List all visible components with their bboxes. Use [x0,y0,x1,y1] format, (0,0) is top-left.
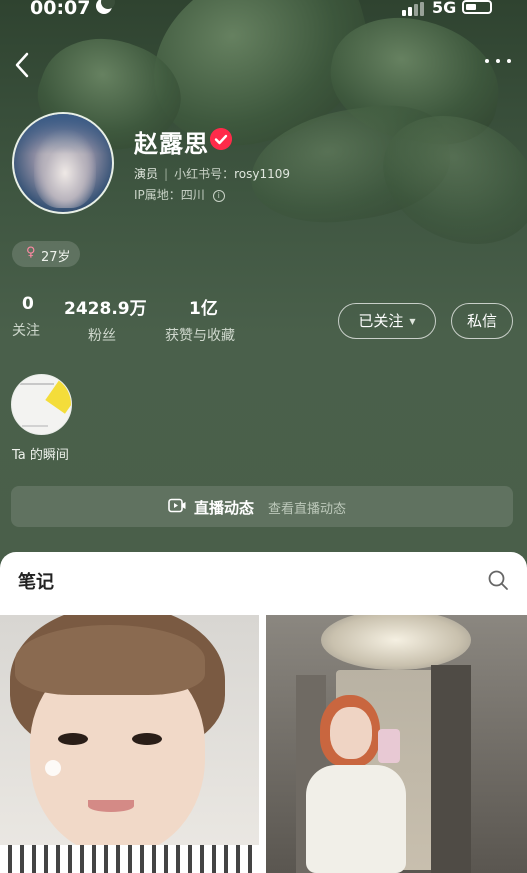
message-button-label: 私信 [466,312,497,330]
ip-label: IP属地： [134,188,181,202]
stat-following-label: 关注 [12,323,40,339]
profile-meta: 演员 | 小红书号：rosy1109 [134,167,290,181]
info-icon[interactable]: i [212,190,225,202]
moment-label: Ta 的瞬间 [12,448,69,463]
stat-likes-label: 获赞与收藏 [165,328,235,344]
network-type: 5G [432,0,457,17]
avatar[interactable] [12,112,114,214]
live-title: 直播动态 [194,499,255,517]
stat-following-value: 0 [22,294,34,314]
female-icon: ♀ [26,245,36,260]
stat-likes-value: 1亿 [189,299,218,319]
age-badge: ♀ 27岁 [12,241,80,267]
notes-title[interactable]: 笔记 [18,568,54,594]
search-icon[interactable] [487,569,509,591]
profile-id-value[interactable]: rosy1109 [234,167,290,181]
follow-button[interactable]: 已关注 ▼ [338,303,436,339]
notes-panel: 笔记 [0,552,527,873]
note-card-2[interactable] [266,615,527,873]
age-text: 27岁 [41,250,71,265]
stat-fans[interactable]: 2428.9万 粉丝 [64,294,147,345]
status-bar: 00:07 5G [0,0,527,22]
header-background [0,0,527,560]
profile-role: 演员 [134,167,159,181]
stat-fans-value: 2428.9万 [64,299,147,319]
live-subtitle: 查看直播动态 [268,502,347,517]
verified-icon [210,128,232,150]
caret-down-icon: ▼ [409,317,416,326]
stat-following[interactable]: 0 关注 [12,294,40,340]
live-bar[interactable]: 直播动态 查看直播动态 [11,486,513,527]
note-card-1[interactable] [0,615,259,873]
stat-likes[interactable]: 1亿 获赞与收藏 [165,294,235,345]
battery-icon [462,0,492,14]
back-icon[interactable] [12,50,34,80]
ip-location: IP属地：四川 i [134,186,225,203]
live-icon [168,498,186,513]
stat-fans-label: 粉丝 [88,328,116,344]
message-button[interactable]: 私信 [451,303,513,339]
moon-icon [96,0,115,14]
more-icon[interactable] [483,56,513,66]
status-time: 00:07 [30,0,91,19]
moment-thumbnail[interactable] [11,374,72,435]
profile-id-label: 小红书号： [174,167,235,181]
follow-button-label: 已关注 [358,312,404,330]
profile-name: 赵露思 [134,130,209,158]
ip-value: 四川 [180,188,205,202]
